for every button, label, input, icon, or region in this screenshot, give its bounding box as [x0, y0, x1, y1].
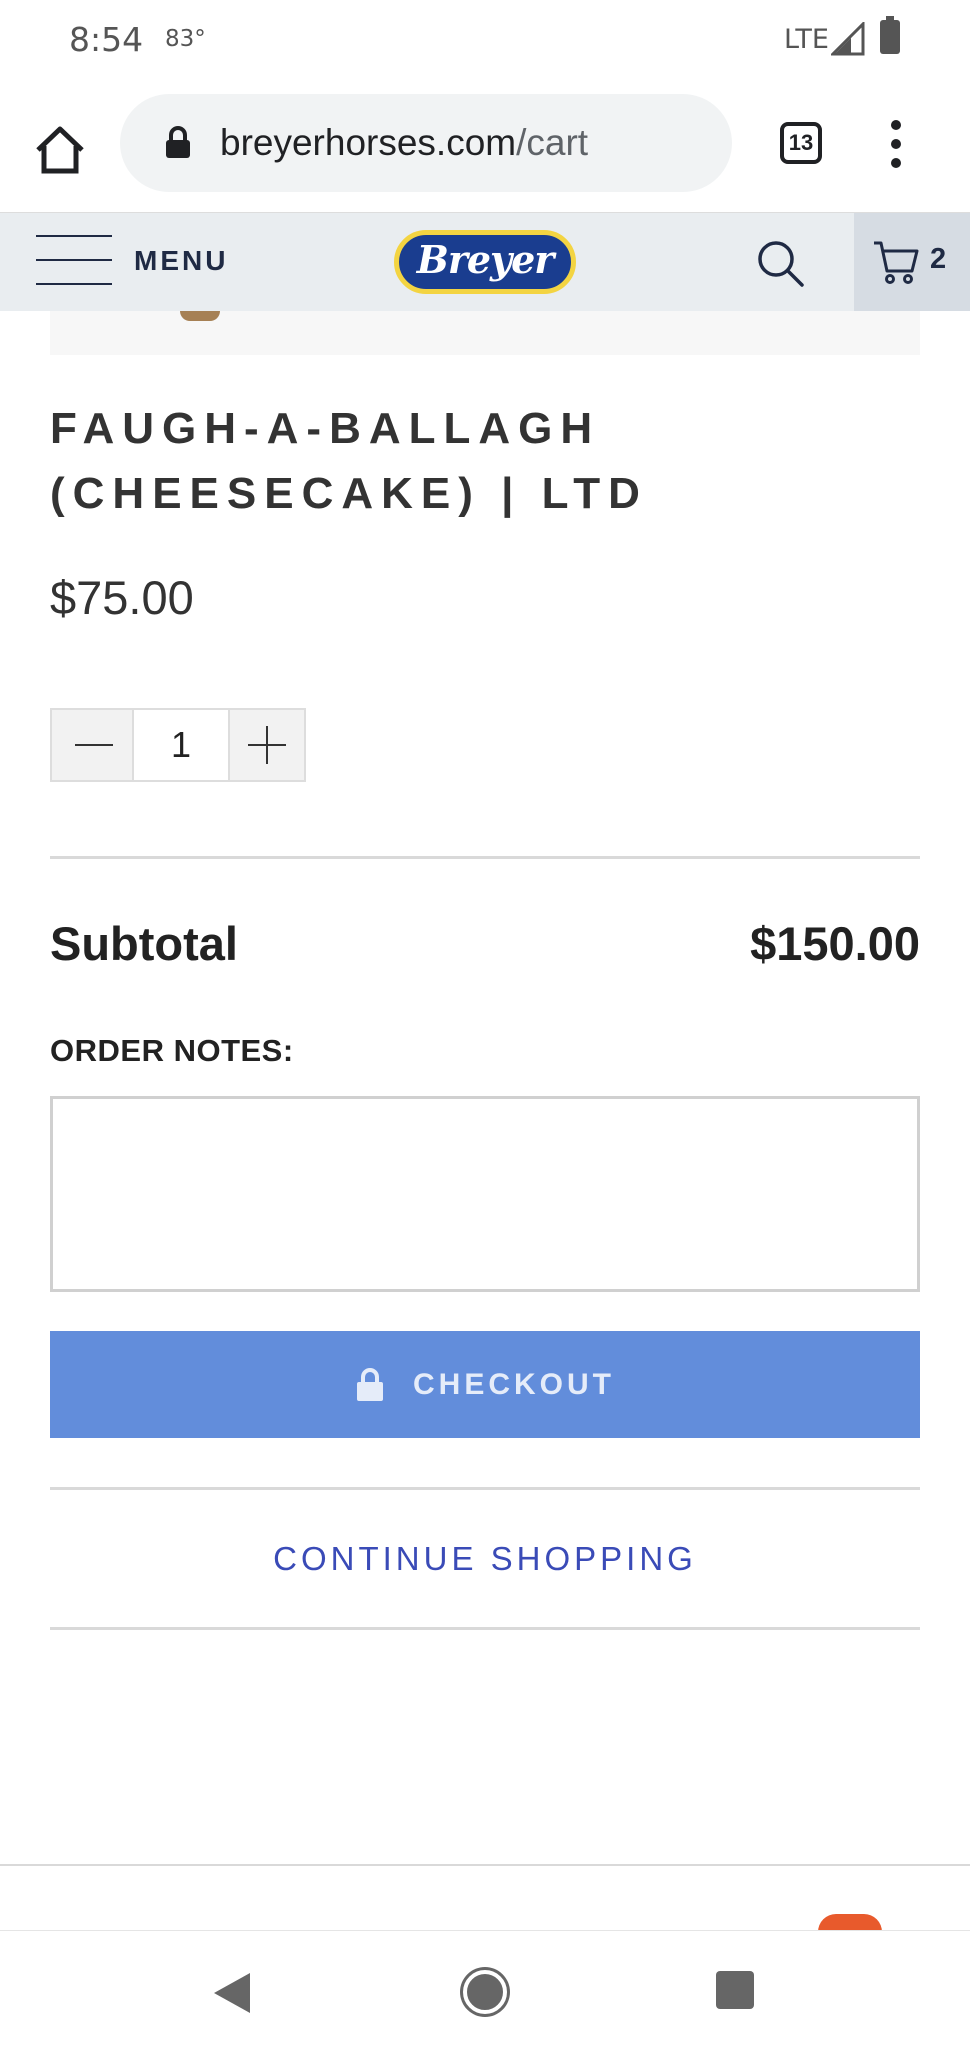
divider — [50, 856, 920, 859]
status-time: 8:54 — [69, 20, 144, 59]
cart-count: 2 — [930, 243, 947, 275]
home-icon[interactable] — [463, 1970, 507, 2014]
search-icon[interactable] — [756, 239, 806, 289]
status-temperature: 83° — [165, 26, 206, 52]
status-network: LTE — [784, 24, 829, 55]
order-notes-field[interactable] — [50, 1096, 920, 1292]
menu-button-label[interactable]: MENU — [134, 245, 228, 277]
divider — [50, 1627, 920, 1630]
quantity-input[interactable]: 1 — [132, 710, 230, 780]
footer-divider — [0, 1864, 970, 1866]
url-path: /cart — [516, 122, 589, 163]
site-header: MENU Breyer 2 — [0, 213, 970, 311]
plus-icon[interactable] — [228, 710, 306, 780]
battery-icon — [880, 16, 900, 54]
hamburger-icon[interactable] — [36, 235, 112, 289]
signal-icon — [831, 22, 865, 56]
divider — [50, 1487, 920, 1490]
lock-icon — [357, 1367, 383, 1401]
cart-button[interactable]: 2 — [854, 213, 970, 311]
quantity-stepper: 1 — [50, 708, 306, 782]
back-icon[interactable] — [212, 1971, 252, 2015]
cart-icon — [874, 241, 919, 284]
continue-shopping-link[interactable]: CONTINUE SHOPPING — [50, 1540, 920, 1578]
url-text: breyerhorses.com/cart — [220, 122, 588, 164]
home-icon[interactable] — [30, 120, 90, 180]
address-bar[interactable]: breyerhorses.com/cart — [120, 94, 732, 192]
tabs-icon[interactable]: 13 — [780, 122, 822, 164]
subtotal-label: Subtotal — [50, 917, 238, 970]
more-vert-icon[interactable] — [890, 120, 902, 168]
recents-icon[interactable] — [716, 1971, 754, 2009]
product-price: $75.00 — [50, 571, 194, 624]
browser-toolbar: breyerhorses.com/cart 13 — [0, 80, 970, 213]
product-image — [50, 311, 920, 355]
url-host: breyerhorses.com — [220, 122, 517, 163]
product-title[interactable]: FAUGH-A-BALLAGH (CHEESECAKE) | LTD — [50, 396, 910, 526]
order-notes-label: ORDER NOTES: — [50, 1033, 294, 1068]
subtotal-value: $150.00 — [750, 917, 920, 970]
minus-icon[interactable] — [52, 710, 132, 780]
system-nav-bar — [0, 1930, 970, 2049]
logo-text: Breyer — [416, 237, 555, 282]
checkout-button[interactable]: CHECKOUT — [50, 1331, 920, 1438]
lock-icon — [166, 126, 190, 158]
checkout-label: CHECKOUT — [413, 1367, 615, 1401]
status-bar: 8:54 83° LTE — [0, 0, 970, 80]
breyer-logo[interactable]: Breyer — [394, 230, 576, 294]
